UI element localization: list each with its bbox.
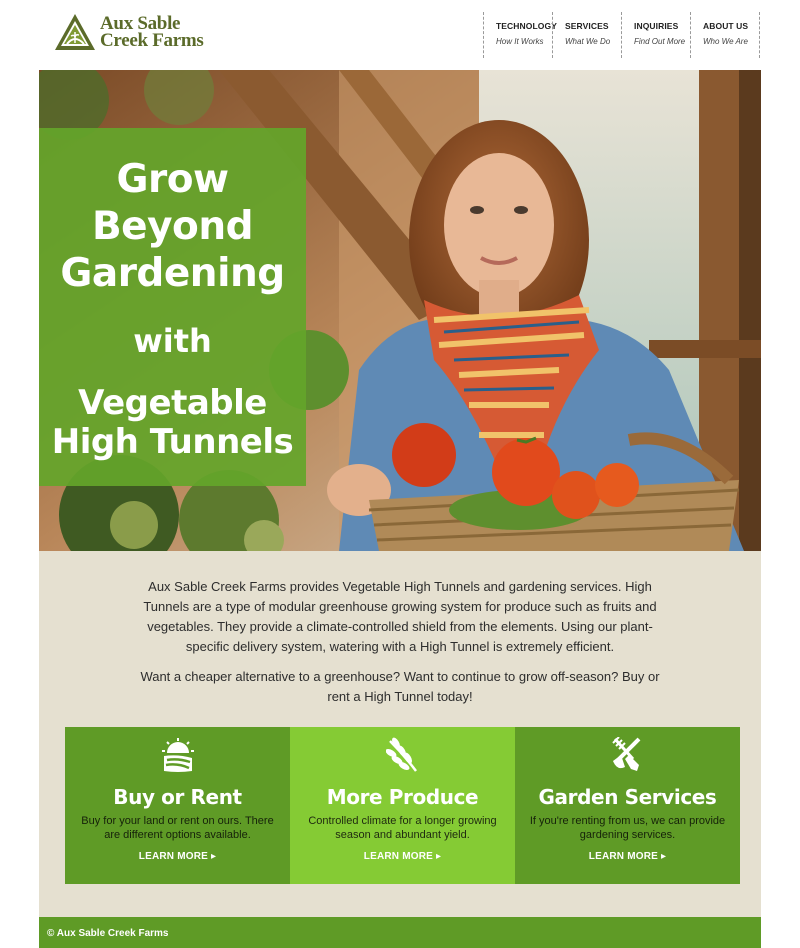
triangle-farm-logo-icon	[55, 14, 95, 50]
nav-item-inquiries[interactable]: INQUIRIES Find Out More	[621, 12, 690, 58]
site-logo[interactable]: Aux Sable Creek Farms	[54, 12, 204, 52]
brand-name-line2: Creek Farms	[100, 30, 204, 51]
nav-item-technology[interactable]: TECHNOLOGY How It Works	[483, 12, 557, 58]
learn-more-link[interactable]: LEARN MORE ▸	[65, 851, 290, 862]
hero-headline-box: Grow Beyond Gardening with Vegetable Hig…	[39, 128, 306, 486]
site-header: Aux Sable Creek Farms TECHNOLOGY How It …	[0, 0, 800, 70]
nav-title: SERVICES	[565, 21, 609, 31]
learn-more-link[interactable]: LEARN MORE ▸	[515, 851, 740, 862]
nav-subtitle: What We Do	[565, 37, 611, 46]
intro-cta-paragraph: Want a cheaper alternative to a greenhou…	[140, 669, 660, 704]
footer-copyright: © Aux Sable Creek Farms	[47, 928, 169, 939]
hero-headline: Grow Beyond Gardening	[39, 156, 306, 297]
nav-item-services[interactable]: SERVICES What We Do	[552, 12, 621, 58]
hero-subheadline: Vegetable High Tunnels	[39, 384, 306, 462]
nav-title: TECHNOLOGY	[496, 21, 557, 31]
main-nav: TECHNOLOGY How It Works SERVICES What We…	[483, 12, 760, 58]
card-buy-or-rent[interactable]: Buy or Rent Buy for your land or rent on…	[65, 727, 290, 884]
nav-title: INQUIRIES	[634, 21, 679, 31]
nav-subtitle: Find Out More	[634, 37, 686, 46]
nav-title: ABOUT US	[703, 21, 749, 31]
service-cards: Buy or Rent Buy for your land or rent on…	[65, 727, 740, 884]
hero-line-beyond: Beyond	[91, 204, 254, 249]
card-title: Garden Services	[538, 785, 717, 809]
intro-paragraph: Aux Sable Creek Farms provides Vegetable…	[143, 579, 657, 654]
hero-banner: Grow Beyond Gardening with Vegetable Hig…	[39, 70, 761, 551]
wheat-sprout-icon	[386, 737, 417, 772]
card-garden-services[interactable]: Garden Services If you're renting from u…	[515, 727, 740, 884]
card-title: Buy or Rent	[113, 785, 242, 809]
site-footer: © Aux Sable Creek Farms	[39, 917, 761, 948]
nav-item-about-us[interactable]: ABOUT US Who We Are	[690, 12, 760, 58]
card-title: More Produce	[326, 785, 479, 809]
hero-line-gardening: Gardening	[60, 251, 285, 296]
card-description: If you're renting from us, we can provid…	[529, 815, 726, 841]
brand-name: Aux Sable Creek Farms	[100, 14, 204, 51]
nav-subtitle: How It Works	[496, 37, 544, 46]
card-more-produce[interactable]: More Produce Controlled climate for a lo…	[290, 727, 515, 884]
card-description: Buy for your land or rent on ours. There…	[81, 815, 274, 841]
nav-subtitle: Who We Are	[703, 37, 748, 46]
hero-line-with: with	[133, 322, 212, 360]
hero-line-grow: Grow	[116, 157, 229, 202]
garden-tools-icon	[612, 737, 641, 771]
hero-line-high-tunnels: High Tunnels	[51, 422, 294, 462]
sunrise-field-icon	[162, 738, 194, 772]
card-description: Controlled climate for a longer growing …	[308, 815, 497, 841]
hero-line-vegetable: Vegetable	[78, 383, 267, 423]
learn-more-link[interactable]: LEARN MORE ▸	[290, 851, 515, 862]
